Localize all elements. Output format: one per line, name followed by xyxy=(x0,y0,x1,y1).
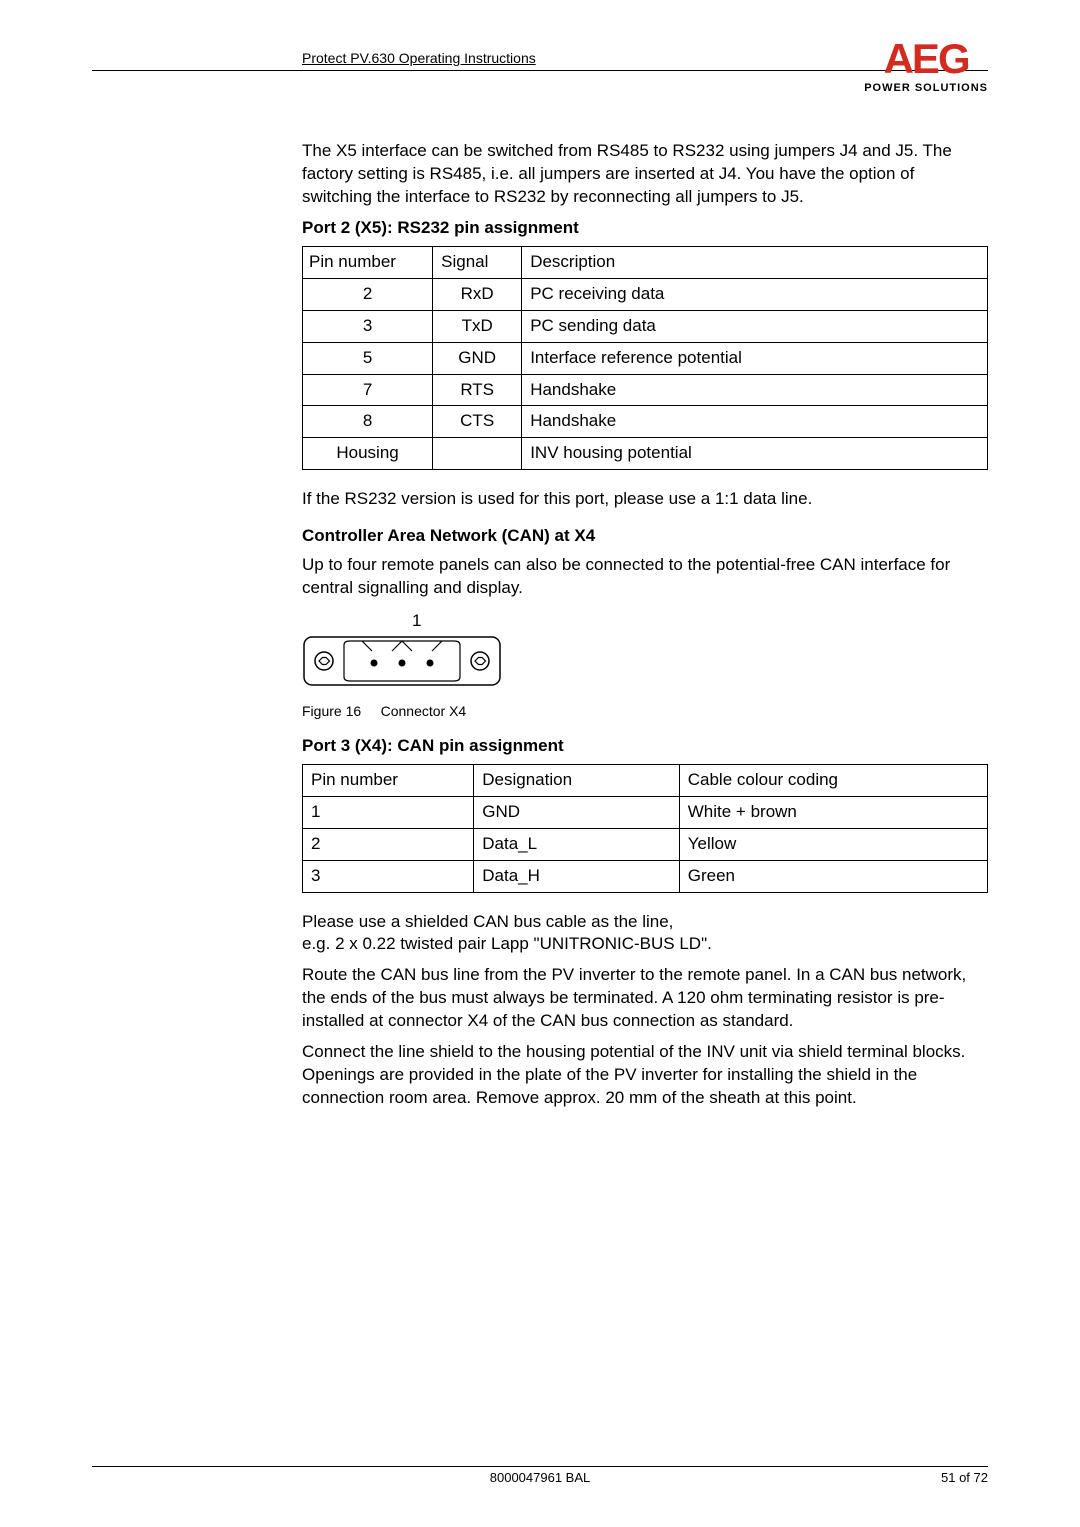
table-header: Signal xyxy=(433,246,522,278)
logo-subtext: POWER SOLUTIONS xyxy=(864,82,988,94)
cell: CTS xyxy=(433,406,522,438)
cell: RxD xyxy=(433,278,522,310)
cell: RTS xyxy=(433,374,522,406)
figure-title: Connector X4 xyxy=(381,703,467,719)
table-row: 2 RxD PC receiving data xyxy=(303,278,988,310)
page-footer: 8000047961 BAL 51 of 72 xyxy=(92,1466,988,1485)
connect-paragraph: Connect the line shield to the housing p… xyxy=(302,1041,988,1110)
cell: Housing xyxy=(303,438,433,470)
cell: Data_H xyxy=(474,860,680,892)
cell: 2 xyxy=(303,278,433,310)
cell: Interface reference potential xyxy=(522,342,988,374)
cell: 2 xyxy=(303,828,474,860)
connector-x4-icon xyxy=(302,635,502,694)
cell: PC receiving data xyxy=(522,278,988,310)
table-row: Housing INV housing potential xyxy=(303,438,988,470)
cell: 7 xyxy=(303,374,433,406)
footer-doc-id: 8000047961 BAL xyxy=(490,1470,590,1485)
cell: PC sending data xyxy=(522,310,988,342)
cell: INV housing potential xyxy=(522,438,988,470)
brand-logo: AEG POWER SOLUTIONS xyxy=(864,38,988,94)
rs232-pin-table: Pin number Signal Description 2 RxD PC r… xyxy=(302,246,988,471)
shield-para-line1: Please use a shielded CAN bus cable as t… xyxy=(302,911,988,934)
cell: Handshake xyxy=(522,374,988,406)
cell: Data_L xyxy=(474,828,680,860)
can-heading: Controller Area Network (CAN) at X4 xyxy=(302,525,988,548)
table-row: 3 Data_H Green xyxy=(303,860,988,892)
shield-para-line2: e.g. 2 x 0.22 twisted pair Lapp "UNITRON… xyxy=(302,933,988,956)
can-pin-table: Pin number Designation Cable colour codi… xyxy=(302,764,988,893)
cell: 3 xyxy=(303,860,474,892)
port2-heading: Port 2 (X5): RS232 pin assignment xyxy=(302,217,988,240)
cell: Green xyxy=(679,860,987,892)
table-header: Cable colour coding xyxy=(679,764,987,796)
cell: Yellow xyxy=(679,828,987,860)
route-paragraph: Route the CAN bus line from the PV inver… xyxy=(302,964,988,1033)
connector-pin1-label: 1 xyxy=(412,610,988,633)
can-paragraph: Up to four remote panels can also be con… xyxy=(302,554,988,600)
table-row: 7 RTS Handshake xyxy=(303,374,988,406)
intro-paragraph: The X5 interface can be switched from RS… xyxy=(302,140,988,209)
footer-page-number: 51 of 72 xyxy=(941,1470,988,1485)
table-row: 8 CTS Handshake xyxy=(303,406,988,438)
table-header: Pin number xyxy=(303,246,433,278)
cell: GND xyxy=(433,342,522,374)
header-rule: Protect PV.630 Operating Instructions xyxy=(92,50,988,71)
table-header: Pin number xyxy=(303,764,474,796)
table-row: Pin number Designation Cable colour codi… xyxy=(303,764,988,796)
logo-text: AEG xyxy=(864,38,988,80)
cell: 1 xyxy=(303,796,474,828)
cell: TxD xyxy=(433,310,522,342)
cell: Handshake xyxy=(522,406,988,438)
cell: 8 xyxy=(303,406,433,438)
rs232-note: If the RS232 version is used for this po… xyxy=(302,488,988,511)
cell: 3 xyxy=(303,310,433,342)
cell: White + brown xyxy=(679,796,987,828)
table-row: 5 GND Interface reference potential xyxy=(303,342,988,374)
table-row: Pin number Signal Description xyxy=(303,246,988,278)
figure-caption: Figure 16 Connector X4 xyxy=(302,702,988,721)
table-header: Designation xyxy=(474,764,680,796)
cell: GND xyxy=(474,796,680,828)
port3-heading: Port 3 (X4): CAN pin assignment xyxy=(302,735,988,758)
table-row: 3 TxD PC sending data xyxy=(303,310,988,342)
footer-rule xyxy=(92,1466,988,1467)
table-row: 2 Data_L Yellow xyxy=(303,828,988,860)
cell: 5 xyxy=(303,342,433,374)
table-row: 1 GND White + brown xyxy=(303,796,988,828)
figure-number: Figure 16 xyxy=(302,703,361,719)
cell xyxy=(433,438,522,470)
page-header-title: Protect PV.630 Operating Instructions xyxy=(302,50,536,66)
table-header: Description xyxy=(522,246,988,278)
